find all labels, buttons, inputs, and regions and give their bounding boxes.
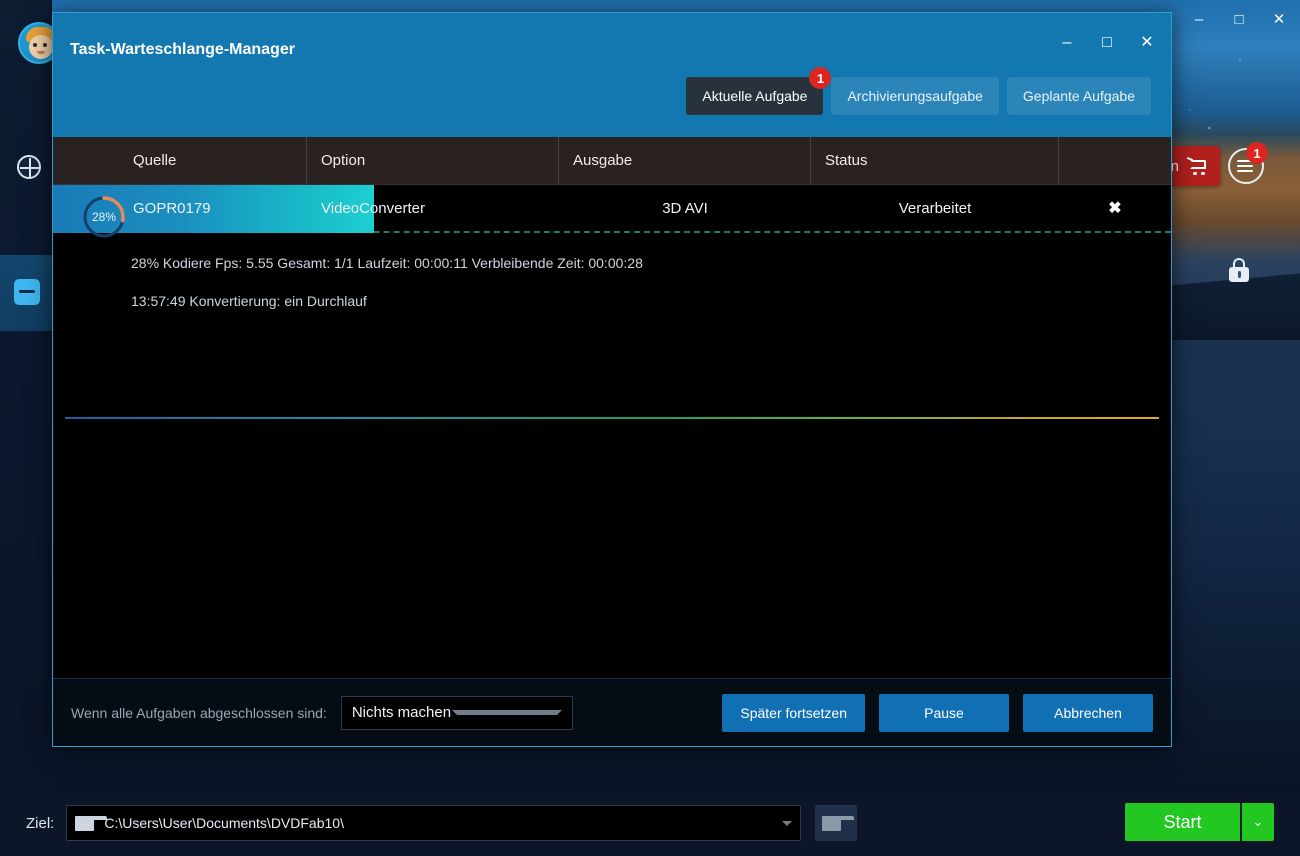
dialog-maximize-button[interactable]: □ (1095, 31, 1119, 55)
task-queue-dialog: Task-Warteschlange-Manager – □ ✕ Aktuell… (52, 12, 1172, 747)
table-row[interactable]: 28% GOPR0179 VideoConverter 3D AVI Verar… (53, 185, 1171, 233)
dialog-close-button[interactable]: ✕ (1135, 31, 1159, 55)
task-list-button[interactable]: 1 (1228, 148, 1264, 184)
start-button-group: Start ⌄ (1125, 803, 1274, 841)
destination-path-input[interactable]: C:\Users\User\Documents\DVDFab10\ (66, 805, 801, 841)
dialog-title: Task-Warteschlange-Manager (70, 41, 295, 59)
dialog-tabs: Aktuelle Aufgabe 1 Archivierungsaufgabe … (686, 77, 1151, 115)
start-dropdown-chevron-down-icon[interactable]: ⌄ (1240, 803, 1274, 841)
destination-path-value: C:\Users\User\Documents\DVDFab10\ (104, 815, 782, 831)
chevron-down-icon[interactable] (782, 821, 792, 826)
pause-button[interactable]: Pause (879, 694, 1009, 732)
task-list-body: 28% GOPR0179 VideoConverter 3D AVI Verar… (53, 185, 1171, 678)
cell-output: 3D AVI (559, 200, 811, 217)
cart-icon (1187, 157, 1208, 175)
cell-option-prefix: Video (321, 200, 359, 217)
detail-line-progress: 28% Kodiere Fps: 5.55 Gesamt: 1/1 Laufze… (131, 255, 1171, 271)
tab-aktuelle-aufgabe[interactable]: Aktuelle Aufgabe 1 (686, 77, 823, 115)
task-table-header: Quelle Option Ausgabe Status (53, 137, 1171, 185)
gradient-separator (65, 417, 1159, 419)
tab-label: Geplante Aufgabe (1023, 88, 1135, 104)
column-header-actions (1059, 137, 1171, 184)
resume-later-button[interactable]: Später fortsetzen (722, 694, 865, 732)
column-header-quelle[interactable]: Quelle (53, 137, 307, 184)
tab-archivierungsaufgabe[interactable]: Archivierungsaufgabe (831, 77, 998, 115)
avatar-mouth (37, 51, 45, 54)
task-detail-lines: 28% Kodiere Fps: 5.55 Gesamt: 1/1 Laufze… (53, 233, 1171, 309)
when-done-select[interactable]: Nichts machen (341, 696, 573, 730)
avatar-face (29, 35, 53, 59)
host-minimize-button[interactable]: – (1188, 8, 1210, 30)
screen: ▼ – □ ✕ n 1 Ziel: (0, 0, 1300, 856)
column-header-status[interactable]: Status (811, 137, 1059, 184)
folder-open-icon (822, 816, 841, 831)
dialog-window-controls: – □ ✕ (1055, 31, 1159, 55)
destination-label: Ziel: (26, 815, 54, 832)
cell-status: Verarbeitet (811, 200, 1059, 217)
tab-badge: 1 (809, 67, 831, 89)
chevron-down-icon (452, 710, 562, 715)
detail-line-conversion: 13:57:49 Konvertierung: ein Durchlauf (131, 293, 1171, 309)
cancel-button[interactable]: Abbrechen (1023, 694, 1153, 732)
globe-icon[interactable] (14, 152, 44, 182)
dialog-minimize-button[interactable]: – (1055, 31, 1079, 55)
cell-option: VideoConverter (307, 200, 559, 217)
remove-task-button[interactable]: ✖ (1108, 198, 1121, 218)
task-list-badge: 1 (1246, 142, 1268, 164)
column-header-ausgabe[interactable]: Ausgabe (559, 137, 811, 184)
progress-percent-label: 28% (81, 194, 127, 240)
minus-square-icon (14, 279, 40, 305)
avatar-eye-left (33, 43, 37, 47)
avatar-eye-right (43, 43, 47, 47)
host-close-button[interactable]: ✕ (1268, 8, 1290, 30)
start-button[interactable]: Start (1125, 803, 1240, 841)
when-done-label: Wenn alle Aufgaben abgeschlossen sind: (71, 705, 327, 721)
dialog-header: Task-Warteschlange-Manager – □ ✕ Aktuell… (53, 13, 1171, 137)
host-maximize-button[interactable]: □ (1228, 8, 1250, 30)
tab-label: Aktuelle Aufgabe (702, 88, 807, 104)
browse-folder-button[interactable] (815, 805, 857, 841)
column-header-option[interactable]: Option (307, 137, 559, 184)
tab-label: Archivierungsaufgabe (847, 88, 982, 104)
folder-icon (75, 816, 94, 831)
dialog-footer: Wenn alle Aufgaben abgeschlossen sind: N… (53, 678, 1171, 746)
host-sidebar (0, 0, 52, 790)
footer-buttons: Später fortsetzen Pause Abbrechen (722, 694, 1153, 732)
sidebar-item-active[interactable] (0, 255, 52, 331)
destination-bar: Ziel: C:\Users\User\Documents\DVDFab10\ … (0, 790, 1300, 856)
cell-actions: ✖ (1059, 198, 1171, 218)
progress-ring: 28% (81, 194, 127, 240)
lock-icon[interactable] (1228, 258, 1250, 282)
when-done-value: Nichts machen (352, 704, 452, 721)
tab-geplante-aufgabe[interactable]: Geplante Aufgabe (1007, 77, 1151, 115)
cell-option-value: Converter (359, 200, 425, 217)
